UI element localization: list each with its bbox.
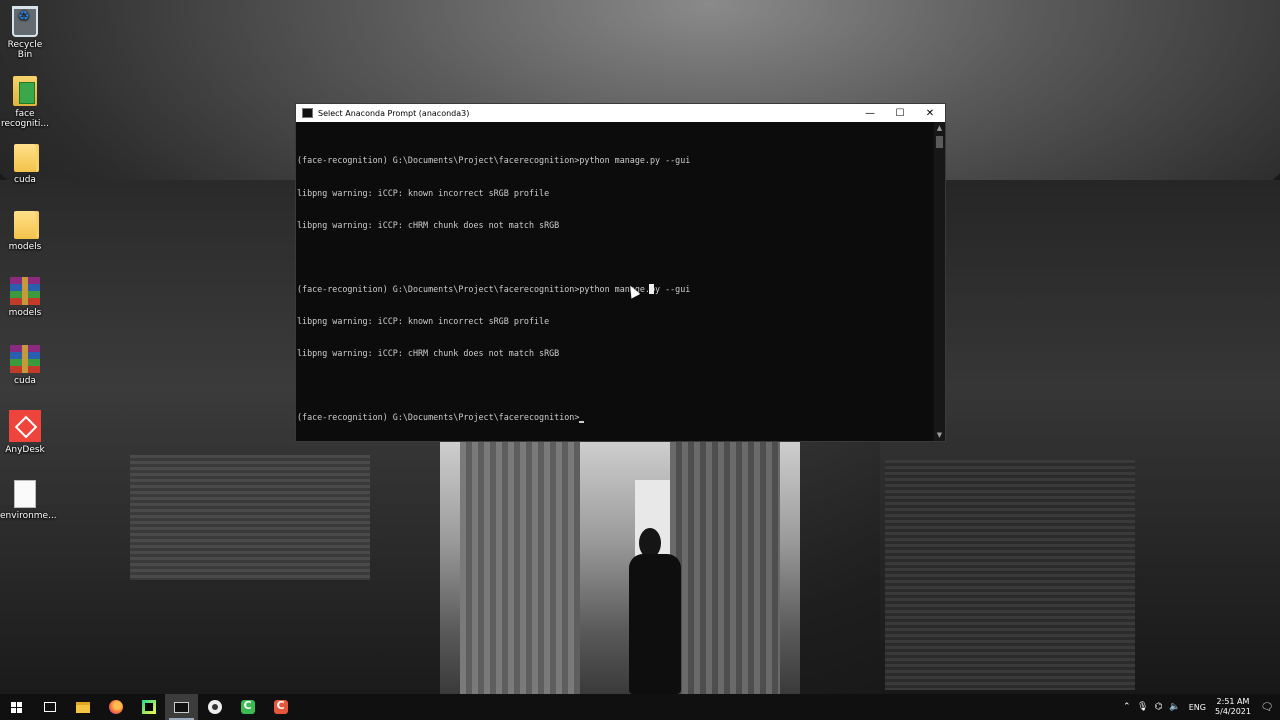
- task-view-button[interactable]: [33, 694, 66, 720]
- pycharm-icon: [141, 700, 156, 714]
- taskbar-file-explorer[interactable]: [66, 694, 99, 720]
- desktop-icon-label: Recycle Bin: [7, 40, 43, 60]
- taskbar-chrome[interactable]: [198, 694, 231, 720]
- file-explorer-icon: [75, 701, 90, 713]
- folder-icon: [14, 144, 36, 172]
- taskbar-camtasia[interactable]: [264, 694, 297, 720]
- folder-icon: [14, 211, 36, 239]
- console-line: libpng warning: iCCP: known incorrect sR…: [297, 187, 550, 198]
- anaconda-prompt-window[interactable]: Select Anaconda Prompt (anaconda3) — ☐ ✕…: [295, 103, 946, 442]
- show-hidden-icons-chevron-icon[interactable]: ⌃: [1119, 702, 1135, 712]
- console-line: libpng warning: iCCP: cHRM chunk does no…: [297, 219, 560, 230]
- volume-icon[interactable]: 🔈: [1167, 702, 1183, 712]
- document-icon: [14, 480, 36, 508]
- taskbar-clock[interactable]: 2:51 AM 5/4/2021: [1212, 697, 1254, 717]
- camtasia-icon: [273, 699, 288, 714]
- alley-left-shops: [460, 440, 580, 694]
- wallpaper-shutter-left: [130, 455, 370, 580]
- system-tray: ⌃ 🎙 ⌬ 🔈 ENG 2:51 AM 5/4/2021 🗨: [1119, 694, 1280, 720]
- window-titlebar[interactable]: Select Anaconda Prompt (anaconda3) — ☐ ✕: [296, 104, 945, 122]
- microphone-icon[interactable]: 🎙: [1135, 702, 1151, 712]
- firefox-icon: [108, 700, 123, 714]
- wallpaper-man-silhouette: [625, 528, 685, 694]
- taskbar-pycharm[interactable]: [132, 694, 165, 720]
- clock-time: 2:51 AM: [1216, 697, 1250, 706]
- input-language-indicator[interactable]: ENG: [1183, 703, 1212, 712]
- desktop-icon-label: AnyDesk: [5, 445, 45, 455]
- anydesk-icon: [9, 410, 41, 442]
- winrar-archive-icon: [10, 277, 40, 305]
- console-output[interactable]: (face-recognition) G:\Documents\Project\…: [296, 122, 934, 441]
- action-center-notification-icon[interactable]: 🗨: [1254, 702, 1280, 713]
- recycle-bin-icon: [12, 6, 38, 37]
- scroll-up-arrow-icon[interactable]: ▲: [934, 122, 945, 134]
- desktop-icon-label: models: [8, 308, 42, 318]
- desktop-icon-cuda-archive[interactable]: cuda: [0, 345, 50, 386]
- vertical-scrollbar[interactable]: ▲ ▼: [934, 122, 945, 441]
- console-prompt-line[interactable]: (face-recognition) G:\Documents\Project\…: [297, 412, 934, 423]
- camtasia-icon: [240, 699, 255, 714]
- taskbar-firefox[interactable]: [99, 694, 132, 720]
- taskbar-anaconda-prompt[interactable]: [165, 694, 198, 720]
- console-app-icon[interactable]: [302, 108, 313, 118]
- clock-date: 5/4/2021: [1215, 707, 1251, 716]
- console-line: libpng warning: iCCP: known incorrect sR…: [297, 315, 550, 326]
- desktop-icon-recycle-bin[interactable]: Recycle Bin: [0, 6, 50, 60]
- desktop-icon-environment-file[interactable]: environme...: [0, 480, 57, 521]
- desktop-icon-label: cuda: [14, 175, 36, 185]
- desktop-icon-label: face recogniti...: [0, 109, 50, 129]
- text-insertion-caret: [649, 284, 654, 294]
- windows-start-icon: [11, 701, 22, 713]
- taskbar-camtasia-recorder[interactable]: [231, 694, 264, 720]
- desktop-icon-models-folder[interactable]: models: [0, 211, 50, 252]
- chrome-icon: [207, 700, 222, 714]
- console-line: (face-recognition) G:\Documents\Project\…: [297, 155, 691, 166]
- taskbar: ⌃ 🎙 ⌬ 🔈 ENG 2:51 AM 5/4/2021 🗨: [0, 694, 1280, 720]
- window-title: Select Anaconda Prompt (anaconda3): [318, 108, 470, 118]
- desktop-icon-models-archive[interactable]: models: [0, 277, 50, 318]
- console-line: libpng warning: iCCP: cHRM chunk does no…: [297, 347, 560, 358]
- wallpaper-shutter-right: [885, 460, 1135, 690]
- desktop-icon-anydesk[interactable]: AnyDesk: [0, 410, 50, 455]
- face-recognition-folder-icon: [13, 76, 37, 106]
- network-icon[interactable]: ⌬: [1151, 702, 1167, 712]
- text-cursor: [579, 420, 585, 423]
- maximize-button[interactable]: ☐: [885, 104, 915, 122]
- desktop-icon-face-recognition[interactable]: face recogniti...: [0, 76, 50, 129]
- desktop-icon-cuda-folder[interactable]: cuda: [0, 144, 50, 185]
- command-prompt-icon: [174, 701, 189, 713]
- start-button[interactable]: [0, 694, 33, 720]
- task-view-icon: [43, 702, 56, 712]
- scrollbar-thumb[interactable]: [936, 136, 943, 148]
- console-line: (face-recognition) G:\Documents\Project\…: [297, 283, 691, 294]
- desktop-icon-label: models: [8, 242, 42, 252]
- wallpaper-alley: [440, 440, 800, 694]
- desktop-icon-label: environme...: [0, 511, 57, 521]
- winrar-archive-icon: [10, 345, 40, 373]
- console-prompt: (face-recognition) G:\Documents\Project\…: [297, 412, 580, 423]
- close-button[interactable]: ✕: [915, 104, 945, 122]
- minimize-button[interactable]: —: [855, 104, 885, 122]
- alley-right-shops: [670, 440, 780, 694]
- scroll-down-arrow-icon[interactable]: ▼: [934, 429, 945, 441]
- desktop-icon-label: cuda: [14, 376, 36, 386]
